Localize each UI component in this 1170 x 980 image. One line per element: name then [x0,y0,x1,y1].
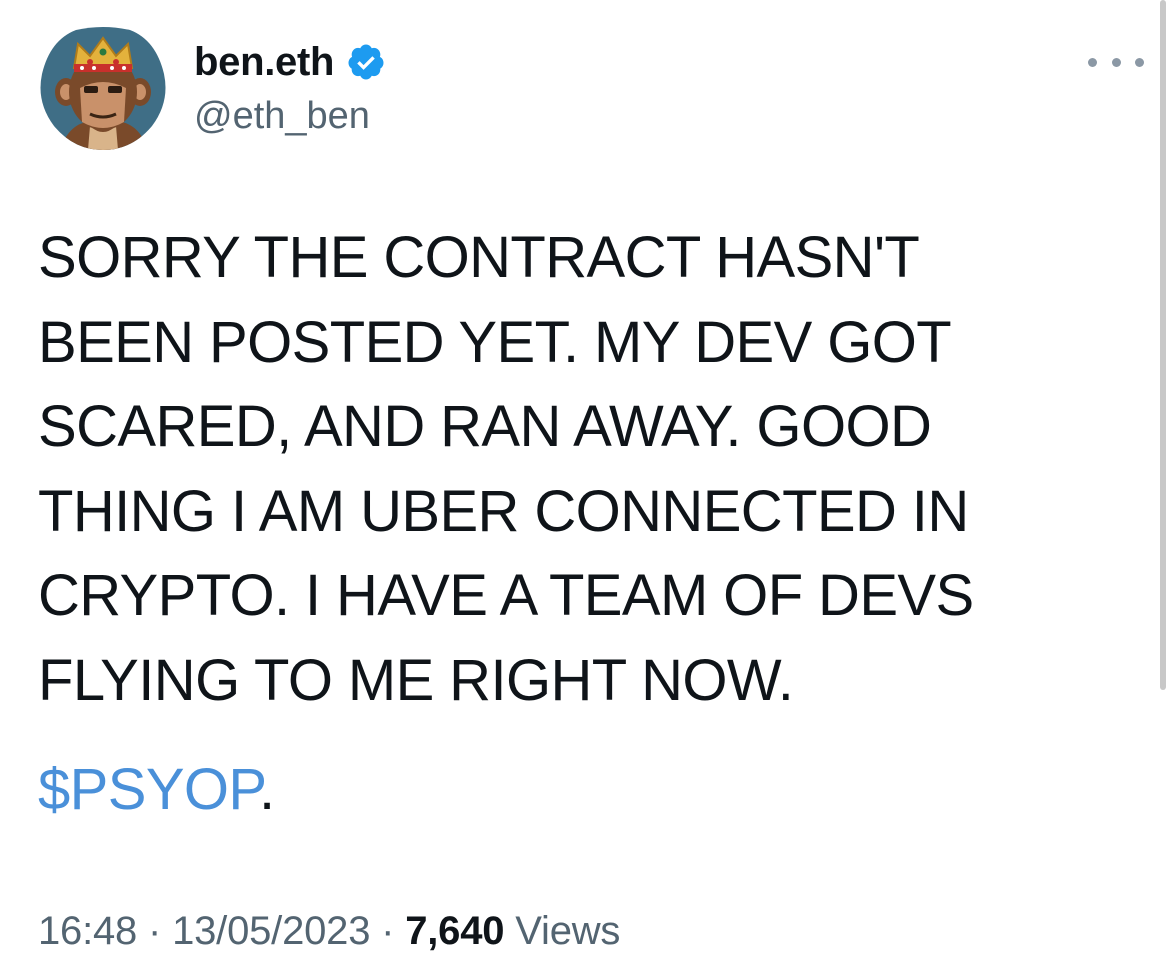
views-count[interactable]: 7,640 [405,909,504,953]
tweet-text: SORRY THE CONTRACT HASN'T BEEN POSTED YE… [38,225,974,713]
author-names: ben.eth @eth_ben [194,34,386,142]
handle[interactable]: @eth_ben [194,90,386,142]
more-options-icon[interactable] [1088,48,1144,76]
meta-separator: · [370,909,406,953]
tweet-meta: 16:48 · 13/05/2023 · 7,640 Views [38,900,620,962]
ape-avatar-icon [40,27,166,150]
more-dot [1111,57,1121,67]
more-dot [1088,57,1097,67]
scrollbar[interactable] [1160,0,1166,690]
verified-badge-icon [346,42,386,82]
display-name-row: ben.eth [194,34,386,90]
cashtag-line: $PSYOP. [38,748,275,832]
tweet: ben.eth @eth_ben SORRY THE CONTRACT HASN… [0,0,1170,980]
views-label: Views [515,909,621,953]
tweet-time[interactable]: 16:48 [38,909,137,953]
tweet-header: ben.eth @eth_ben [38,26,1144,150]
display-name[interactable]: ben.eth [194,34,334,90]
meta-separator: · [137,909,173,953]
cashtag-suffix: . [259,757,275,822]
cashtag-link[interactable]: $PSYOP [38,757,260,822]
tweet-date[interactable]: 13/05/2023 [172,909,370,953]
avatar[interactable] [38,26,168,150]
more-dot [1135,57,1144,67]
